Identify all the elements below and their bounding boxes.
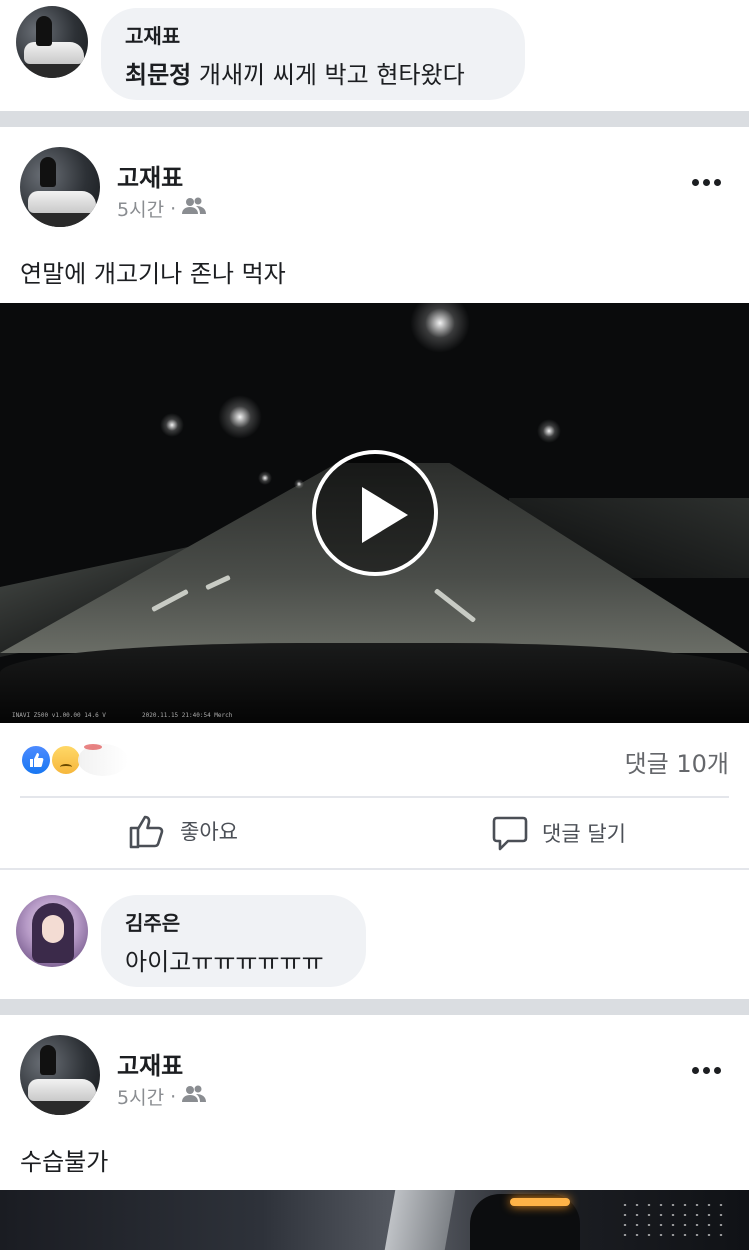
avatar[interactable] xyxy=(20,1035,100,1115)
comment-count-link[interactable]: 댓글 10개 xyxy=(625,744,729,779)
post-time[interactable]: 5시간 xyxy=(117,1083,164,1110)
dashcam-overlay: INAVI Z500 v1.00.00 14.6 V 2020.11.15 21… xyxy=(12,712,232,719)
avatar-person xyxy=(40,1045,56,1075)
comment-label: 댓글 달기 xyxy=(542,822,626,846)
dot-icon xyxy=(702,178,710,186)
post-time[interactable]: 5시간 xyxy=(117,195,164,222)
post-meta: 5시간 · xyxy=(117,195,207,222)
play-button[interactable] xyxy=(312,450,438,576)
avatar[interactable] xyxy=(20,147,100,227)
post-photo[interactable] xyxy=(0,1190,749,1250)
friends-icon xyxy=(182,196,207,221)
like-reaction-icon xyxy=(20,744,52,776)
post-meta: 5시간 · xyxy=(117,1083,207,1110)
avatar-ground xyxy=(20,213,100,227)
avatar[interactable] xyxy=(16,6,88,78)
reactions-summary[interactable] xyxy=(20,744,128,778)
comment-bubble-icon xyxy=(492,814,528,852)
post-text: 수습불가 xyxy=(20,1148,109,1176)
street-light xyxy=(160,413,184,437)
dot-icon xyxy=(713,178,721,186)
meta-dot: · xyxy=(170,1085,177,1108)
more-options-button[interactable] xyxy=(686,170,726,194)
post-author[interactable]: 고재표 xyxy=(117,158,183,193)
osd-mid: 2020.11.15 21:40:54 Merch xyxy=(142,712,233,719)
comment-author[interactable]: 고재표 xyxy=(125,20,501,49)
street-light xyxy=(258,471,272,485)
divider xyxy=(0,868,749,870)
divider xyxy=(20,796,729,798)
dot-icon xyxy=(702,1066,710,1074)
comment-text: 최문정 개새끼 씨게 박고 현타왔다 xyxy=(125,55,501,90)
like-button[interactable]: 좋아요 xyxy=(128,812,238,850)
turn-signal-light xyxy=(510,1198,570,1206)
avatar[interactable] xyxy=(16,895,88,967)
post-author[interactable]: 고재표 xyxy=(117,1046,183,1081)
avatar-car xyxy=(28,1079,96,1101)
avatar-person xyxy=(40,157,56,187)
like-label: 좋아요 xyxy=(180,820,238,844)
friends-icon xyxy=(182,1084,207,1109)
street-light xyxy=(294,479,304,489)
comment-text: 아이고ㅠㅠㅠㅠㅠㅠ xyxy=(125,948,324,976)
dot-icon xyxy=(691,178,699,186)
avatar-ground xyxy=(20,1101,100,1115)
car-pillar xyxy=(384,1190,456,1250)
street-light xyxy=(218,395,262,439)
comment-author[interactable]: 김주은 xyxy=(125,907,342,936)
feed-separator xyxy=(0,999,749,1015)
avatar-car xyxy=(28,191,96,213)
street-light xyxy=(537,419,561,443)
comment-bubble: 고재표 최문정 개새끼 씨게 박고 현타왔다 xyxy=(101,8,525,100)
avatar-ground xyxy=(16,64,88,78)
avatar-face xyxy=(42,915,64,943)
feed-separator xyxy=(0,111,749,127)
more-options-button[interactable] xyxy=(686,1058,726,1082)
osd-left: INAVI Z500 v1.00.00 14.6 V xyxy=(12,712,106,719)
street-light xyxy=(410,303,470,353)
comment-bubble: 김주은 아이고ㅠㅠㅠㅠㅠㅠ xyxy=(101,895,366,987)
video-player[interactable]: INAVI Z500 v1.00.00 14.6 V 2020.11.15 21… xyxy=(0,303,749,723)
avatar-car xyxy=(24,42,84,64)
post-text: 연말에 개고기나 존나 먹자 xyxy=(20,260,286,288)
car-dashboard xyxy=(0,643,749,723)
comment-body: 개새끼 씨게 박고 현타왔다 xyxy=(191,61,465,89)
thumbs-up-icon xyxy=(128,812,166,850)
meta-dot: · xyxy=(170,197,177,220)
comment-button[interactable]: 댓글 달기 xyxy=(492,814,626,852)
avatar-person xyxy=(36,16,52,46)
comment-mention[interactable]: 최문정 xyxy=(125,61,191,89)
haha-reaction-icon xyxy=(78,744,128,776)
city-lights xyxy=(619,1200,729,1240)
dot-icon xyxy=(691,1066,699,1074)
dot-icon xyxy=(713,1066,721,1074)
